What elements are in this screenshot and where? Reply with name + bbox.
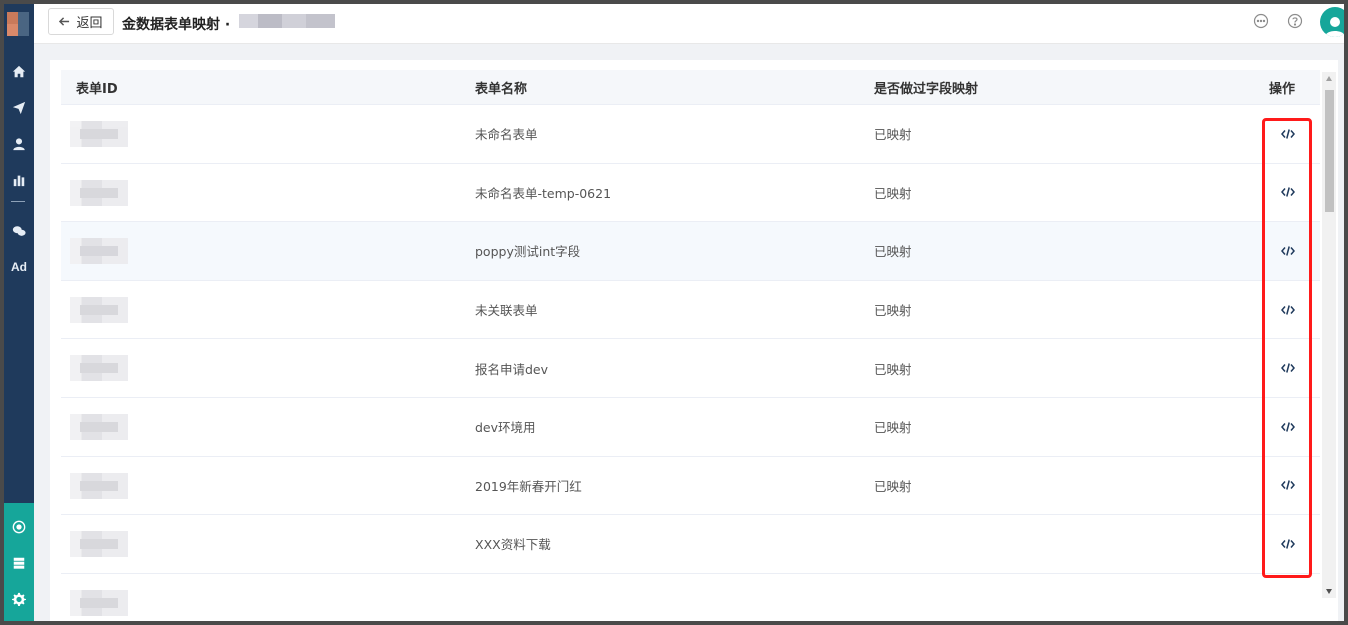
table-row: 2019年新春开门红 已映射	[61, 455, 1320, 515]
mapped-status: 已映射	[874, 244, 912, 260]
top-bar: 返回 金数据表单映射 ·	[34, 4, 1344, 44]
form-name: XXX资料下载	[475, 537, 551, 553]
logo	[7, 12, 29, 42]
sidebar-bottom-panel	[4, 503, 34, 621]
table-row: XXX资料下载	[61, 514, 1320, 573]
table-row: 未命名表单-temp-0621 已映射	[61, 162, 1320, 222]
redacted-form-id	[70, 472, 128, 499]
redacted-form-id	[70, 589, 128, 616]
content-card: 表单ID 表单名称 是否做过字段映射 操作 未命名表单 已映射 未命名表单-te…	[50, 60, 1338, 621]
server-icon[interactable]	[4, 551, 34, 575]
back-button-label: 返回	[76, 16, 103, 31]
gear-icon[interactable]	[4, 587, 34, 611]
form-name: 报名申请dev	[475, 361, 549, 377]
form-name: poppy测试int字段	[475, 244, 581, 260]
user-avatar-icon	[1325, 17, 1344, 37]
scroll-down-arrow[interactable]	[1326, 589, 1332, 594]
redacted-form-id	[70, 238, 128, 265]
table-row: poppy测试int字段 已映射	[61, 221, 1320, 280]
forms-table: 表单ID 表单名称 是否做过字段映射 操作 未命名表单 已映射 未命名表单-te…	[61, 70, 1320, 621]
home-icon[interactable]	[4, 60, 34, 84]
avatar[interactable]	[1320, 7, 1344, 37]
column-header-mapped: 是否做过字段映射	[874, 81, 979, 97]
annotation-highlight-box	[1262, 118, 1312, 578]
table-row-partial	[61, 572, 1320, 621]
mapped-status: 已映射	[874, 127, 912, 143]
bar-chart-icon[interactable]	[4, 168, 34, 192]
redacted-form-id	[70, 121, 128, 147]
wechat-icon[interactable]	[4, 219, 34, 243]
redacted-title-suffix	[239, 14, 335, 28]
mapped-status: 已映射	[874, 420, 912, 436]
app-window: Ad 返回 金数据表单映射 · 表单ID 表单名称 是否做过字段映射 操作 未命…	[4, 4, 1344, 621]
vertical-scrollbar[interactable]	[1322, 72, 1336, 598]
help-icon[interactable]	[1287, 13, 1303, 29]
table-row: dev环境用 已映射	[61, 396, 1320, 456]
form-name: 未命名表单-temp-0621	[475, 185, 612, 201]
mapped-status: 已映射	[874, 185, 912, 201]
scroll-up-arrow[interactable]	[1326, 76, 1332, 81]
mapped-status: 已映射	[874, 361, 912, 377]
back-button[interactable]: 返回	[48, 8, 114, 35]
column-header-actions: 操作	[1269, 81, 1296, 97]
column-header-form-id: 表单ID	[76, 81, 118, 97]
mapped-status: 已映射	[874, 303, 912, 319]
redacted-form-id	[70, 413, 128, 440]
table-header: 表单ID 表单名称 是否做过字段映射 操作	[61, 70, 1320, 104]
send-icon[interactable]	[4, 96, 34, 120]
redacted-form-id	[70, 355, 128, 382]
ad-label: Ad	[11, 260, 27, 274]
redacted-form-id	[70, 179, 128, 206]
arrow-left-icon	[59, 17, 70, 26]
ad-icon[interactable]: Ad	[4, 255, 34, 279]
form-name: dev环境用	[475, 420, 536, 436]
message-icon[interactable]	[1253, 13, 1269, 29]
form-name: 2019年新春开门红	[475, 478, 582, 494]
mapped-status: 已映射	[874, 478, 912, 494]
table-row: 未关联表单 已映射	[61, 279, 1320, 339]
table-row: 未命名表单 已映射	[61, 104, 1320, 163]
column-header-form-name: 表单名称	[475, 81, 528, 97]
table-row: 报名申请dev 已映射	[61, 338, 1320, 397]
redacted-form-id	[70, 296, 128, 323]
page-title: 金数据表单映射 ·	[122, 17, 231, 33]
form-name: 未关联表单	[475, 303, 538, 319]
user-icon[interactable]	[4, 132, 34, 156]
redacted-form-id	[70, 531, 128, 558]
scroll-thumb[interactable]	[1325, 90, 1334, 212]
sidebar-divider	[11, 201, 25, 202]
form-name: 未命名表单	[475, 127, 538, 143]
sidebar: Ad	[4, 4, 34, 621]
radar-icon[interactable]	[4, 515, 34, 539]
